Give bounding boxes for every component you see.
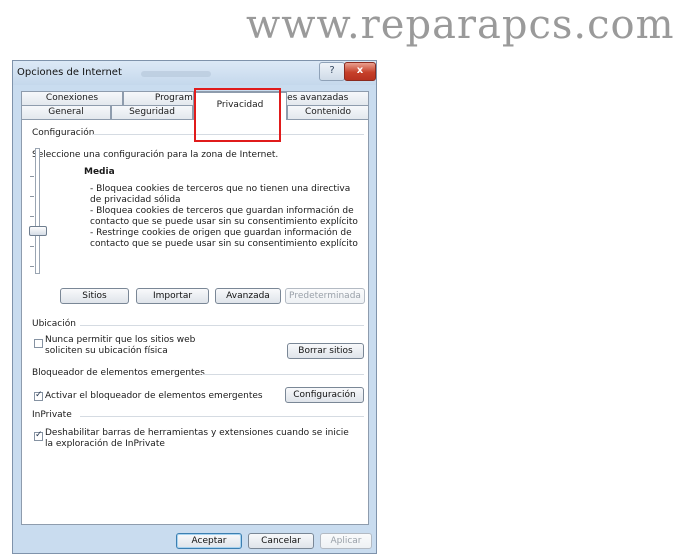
close-button[interactable]: x	[344, 62, 376, 81]
location-checkbox[interactable]	[34, 339, 43, 348]
clear-sites-button[interactable]: Borrar sitios	[287, 343, 364, 359]
title-bar[interactable]: Opciones de Internet ? x	[13, 61, 376, 85]
tab-general[interactable]: General	[21, 105, 111, 119]
slider-tick	[30, 266, 34, 267]
location-checkbox-label: Nunca permitir que los sitios web solici…	[45, 335, 196, 356]
apply-button[interactable]: Aplicar	[320, 533, 372, 549]
sites-button[interactable]: Sitios	[60, 288, 129, 304]
popup-settings-button[interactable]: Configuración	[285, 387, 364, 403]
privacy-slider-track[interactable]	[35, 148, 40, 274]
privacy-bullet-2: - Bloquea cookies de terceros que guarda…	[90, 206, 358, 227]
advanced-button[interactable]: Avanzada	[215, 288, 281, 304]
import-button[interactable]: Importar	[136, 288, 209, 304]
window-title: Opciones de Internet	[17, 67, 122, 78]
tab-contenido[interactable]: Contenido	[287, 105, 369, 119]
default-button[interactable]: Predeterminada	[285, 288, 365, 304]
slider-tick	[30, 246, 34, 247]
popup-heading: Bloqueador de elementos emergentes	[32, 368, 205, 378]
privacy-bullet-1: - Bloquea cookies de terceros que no tie…	[90, 184, 351, 205]
privacy-level: Media	[84, 167, 115, 177]
inprivate-divider	[80, 416, 364, 417]
tab-seguridad[interactable]: Seguridad	[111, 105, 193, 119]
privacy-slider-thumb[interactable]	[29, 226, 47, 236]
location-heading: Ubicación	[32, 319, 76, 329]
slider-tick	[30, 176, 34, 177]
privacy-bullet-3: - Restringe cookies de origen que guarda…	[90, 228, 358, 249]
cancel-button[interactable]: Cancelar	[248, 533, 314, 549]
slider-tick	[30, 196, 34, 197]
highlight-box	[194, 88, 281, 142]
ok-button[interactable]: Aceptar	[176, 533, 242, 549]
config-heading: Configuración	[32, 128, 95, 138]
inprivate-heading: InPrivate	[32, 410, 72, 420]
watermark-text: www.reparapcs.com	[246, 2, 675, 48]
inprivate-checkbox[interactable]	[34, 430, 43, 441]
title-bar-blur	[141, 71, 211, 77]
inprivate-checkbox-label: Deshabilitar barras de herramientas y ex…	[45, 428, 349, 449]
slider-tick	[30, 216, 34, 217]
location-divider	[80, 325, 364, 326]
popup-checkbox[interactable]	[34, 390, 43, 401]
popup-divider	[202, 374, 364, 375]
popup-checkbox-label: Activar el bloqueador de elementos emerg…	[45, 391, 263, 401]
config-instruction: Seleccione una configuración para la zon…	[32, 150, 279, 160]
help-button[interactable]: ?	[319, 62, 345, 81]
tab-conexiones[interactable]: Conexiones	[21, 91, 123, 105]
